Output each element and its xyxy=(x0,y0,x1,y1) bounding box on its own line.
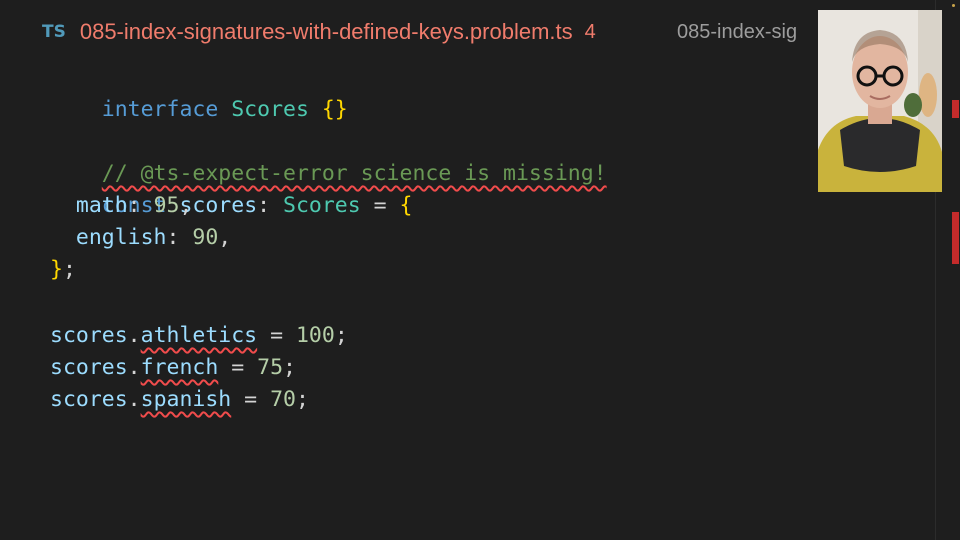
presenter-webcam-overlay xyxy=(818,10,942,192)
warning-marker xyxy=(952,4,955,7)
tab-problem-count: 4 xyxy=(584,20,596,43)
property: english xyxy=(75,225,167,250)
tab-inactive-file[interactable]: 085-index-sig xyxy=(677,14,797,50)
error-property: athletics xyxy=(140,323,258,348)
error-property: french xyxy=(140,355,219,380)
code-line-4: const scores: Scores = { xyxy=(50,158,413,218)
code-editor[interactable]: interface Scores {} // @ts-expect-error … xyxy=(50,62,920,540)
variable: scores xyxy=(50,323,128,348)
variable: scores xyxy=(50,387,128,412)
person-icon xyxy=(818,10,942,192)
tab-active-file[interactable]: TS 085-index-signatures-with-defined-key… xyxy=(42,14,596,50)
colon: : xyxy=(257,193,284,218)
property: math xyxy=(75,193,128,218)
number: 95 xyxy=(153,193,180,218)
dot: . xyxy=(127,387,141,412)
comma: , xyxy=(179,193,193,218)
type-name: Scores xyxy=(283,193,361,218)
comma: , xyxy=(218,225,232,250)
colon: : xyxy=(127,193,154,218)
tab-title: 085-index-signatures-with-defined-keys.p… xyxy=(79,19,573,44)
typescript-file-icon: TS xyxy=(42,22,66,42)
operator: = xyxy=(231,387,271,412)
semicolon: ; xyxy=(283,355,296,380)
keyword: interface xyxy=(101,97,219,122)
semicolon: ; xyxy=(334,323,348,348)
code-line-1: interface Scores {} xyxy=(50,62,348,122)
tab-title: 085-index-sig xyxy=(677,20,798,43)
code-line-7: }; xyxy=(50,254,76,286)
operator: = xyxy=(360,193,400,218)
error-marker xyxy=(952,100,959,118)
code-line-3: // @ts-expect-error science is missing! xyxy=(50,126,607,186)
editor-tab-bar: TS 085-index-signatures-with-defined-key… xyxy=(0,0,960,62)
dot: . xyxy=(127,323,141,348)
error-property: spanish xyxy=(140,387,232,412)
code-line-11: scores.spanish = 70; xyxy=(50,384,309,416)
number: 90 xyxy=(192,225,219,250)
operator: = xyxy=(257,323,296,348)
number: 100 xyxy=(295,323,335,348)
code-line-5: math: 95, xyxy=(50,190,193,222)
operator: = xyxy=(218,355,258,380)
semicolon: ; xyxy=(62,257,76,282)
number: 75 xyxy=(257,355,284,380)
type-name: Scores xyxy=(231,97,309,122)
code-line-9: scores.athletics = 100; xyxy=(50,320,348,352)
brace: { xyxy=(399,193,413,218)
error-marker xyxy=(952,212,959,264)
colon: : xyxy=(166,225,193,250)
brace: {} xyxy=(321,97,348,122)
dot: . xyxy=(127,355,141,380)
semicolon: ; xyxy=(295,387,309,412)
code-line-10: scores.french = 75; xyxy=(50,352,296,384)
number: 70 xyxy=(270,387,296,412)
variable: scores xyxy=(50,355,128,380)
code-line-6: english: 90, xyxy=(50,222,231,254)
brace: } xyxy=(50,257,63,282)
